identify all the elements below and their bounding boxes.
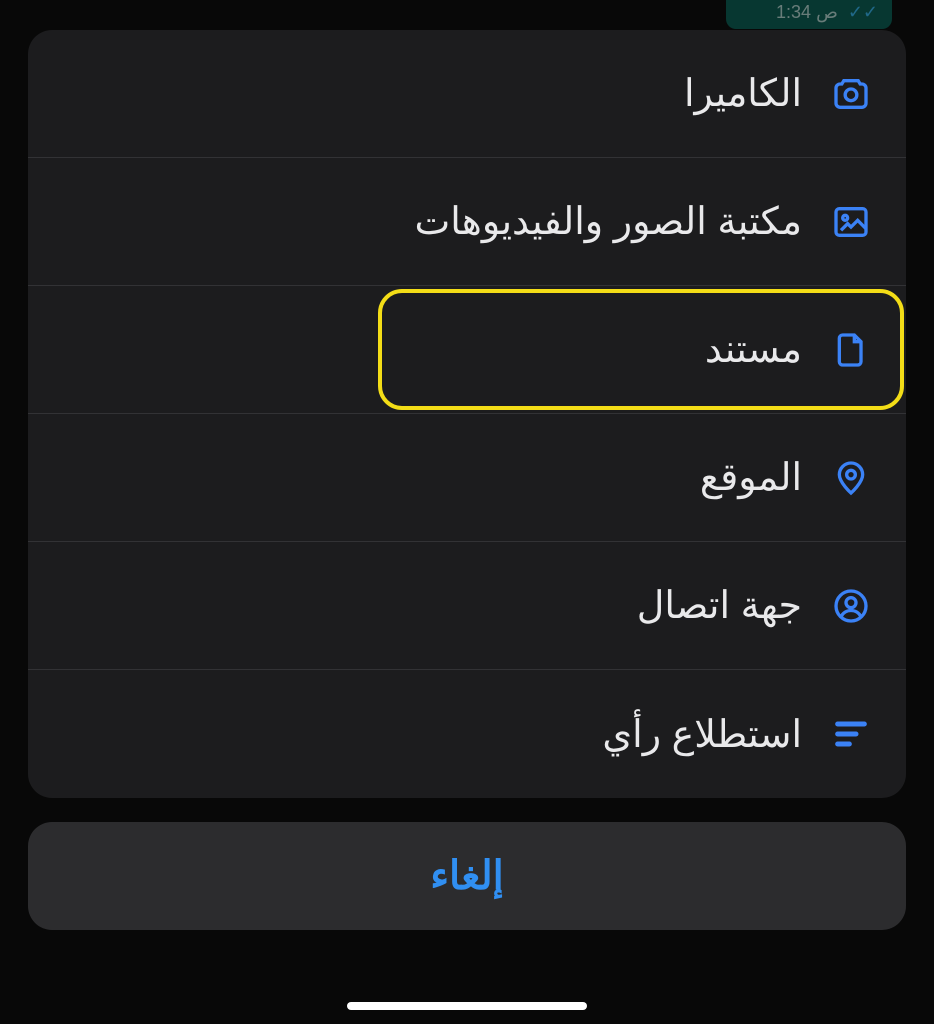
location-option[interactable]: الموقع	[28, 414, 906, 542]
camera-icon	[830, 73, 872, 115]
gallery-label: مكتبة الصور والفيديوهات	[414, 199, 802, 244]
message-time: ص 1:34	[776, 2, 838, 23]
home-indicator[interactable]	[347, 1002, 587, 1010]
document-option[interactable]: مستند	[28, 286, 906, 414]
camera-label: الكاميرا	[684, 71, 802, 116]
gallery-icon	[830, 201, 872, 243]
document-label: مستند	[705, 327, 802, 372]
poll-icon	[830, 713, 872, 755]
gallery-option[interactable]: مكتبة الصور والفيديوهات	[28, 158, 906, 286]
cancel-button[interactable]: إلغاء	[28, 822, 906, 930]
location-label: الموقع	[700, 455, 802, 500]
cancel-label: إلغاء	[430, 853, 504, 899]
camera-option[interactable]: الكاميرا	[28, 30, 906, 158]
contact-option[interactable]: جهة اتصال	[28, 542, 906, 670]
contact-icon	[830, 585, 872, 627]
poll-option[interactable]: استطلاع رأي	[28, 670, 906, 798]
document-icon	[830, 329, 872, 371]
contact-label: جهة اتصال	[637, 583, 802, 628]
location-icon	[830, 457, 872, 499]
poll-label: استطلاع رأي	[602, 712, 802, 757]
message-time-bubble: ✓✓ ص 1:34	[726, 0, 892, 29]
attachment-action-sheet: الكاميرا مكتبة الصور والفيديوهات مستند ا…	[28, 30, 906, 798]
read-receipt-icon: ✓✓	[848, 2, 878, 23]
